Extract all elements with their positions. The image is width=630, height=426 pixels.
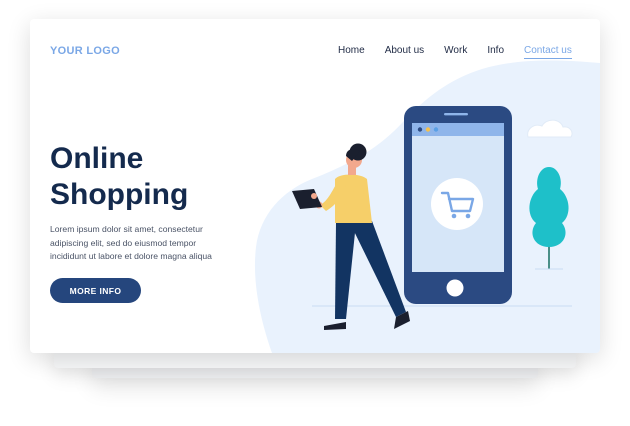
landing-page-card: YOUR LOGO Home About us Work Info Contac…	[30, 19, 600, 353]
stage: YOUR LOGO Home About us Work Info Contac…	[0, 0, 630, 426]
woman-holding-tablet	[292, 143, 410, 330]
phone-illustration	[404, 106, 512, 304]
hero-illustration	[292, 106, 573, 330]
tree-icon	[529, 167, 569, 270]
cloud-icon	[527, 119, 573, 138]
